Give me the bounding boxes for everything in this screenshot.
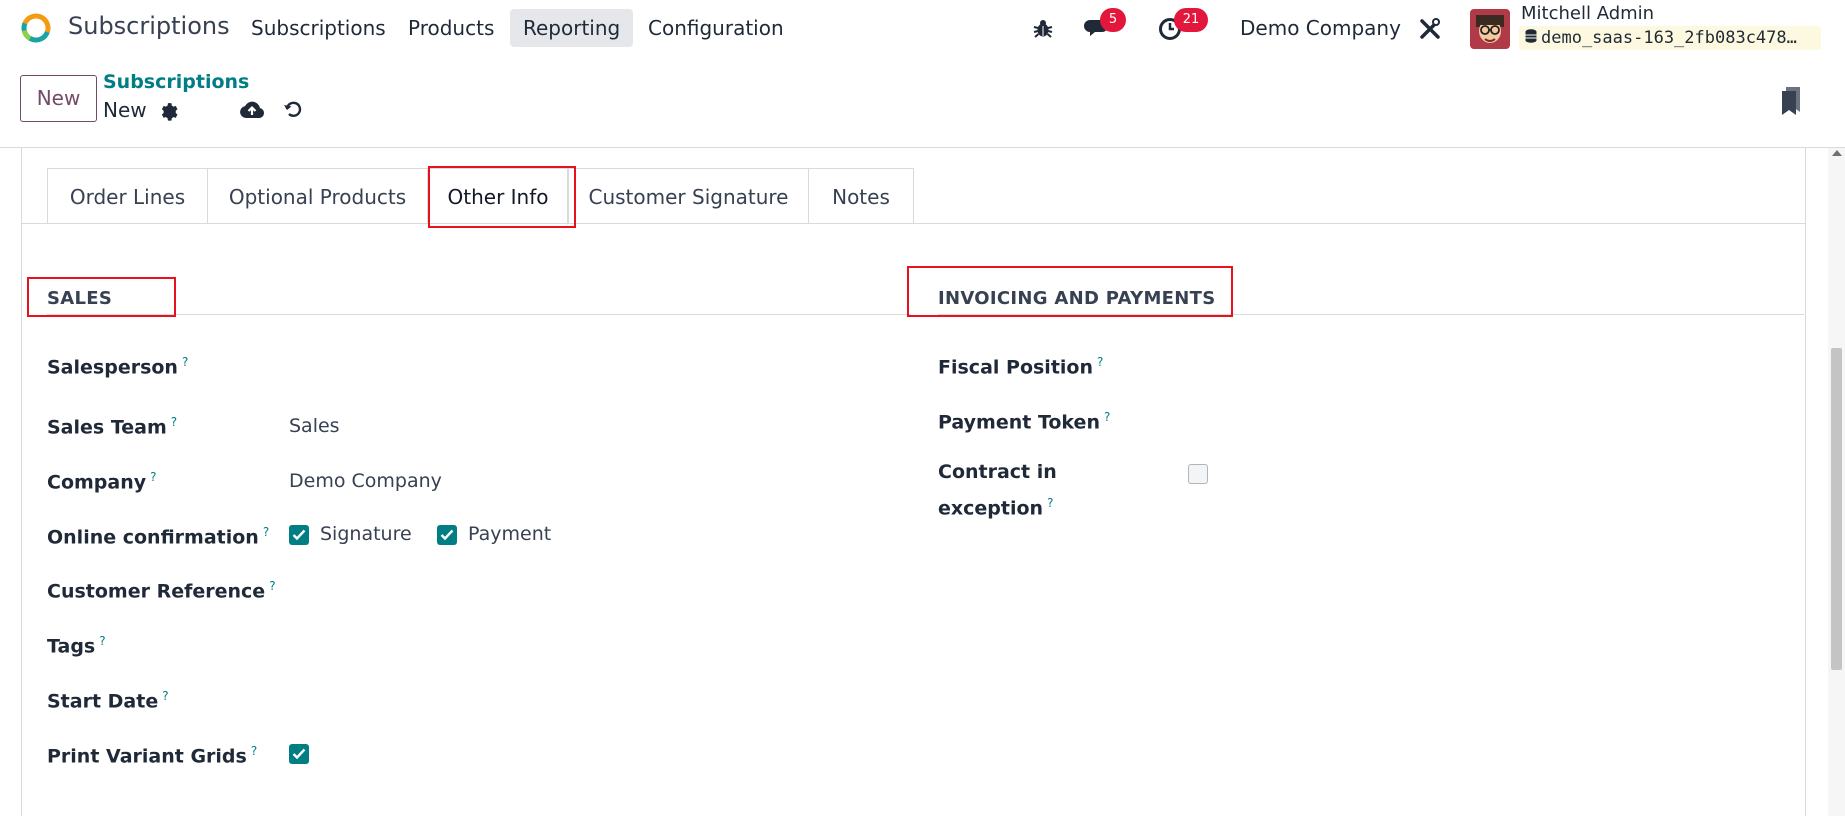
form-sheet: Order Lines Optional Products Other Info…	[21, 148, 1806, 816]
user-name[interactable]: Mitchell Admin	[1521, 3, 1654, 24]
company-help-icon[interactable]: ?	[150, 470, 156, 484]
debug-bug-icon[interactable]	[1032, 17, 1054, 43]
sales-section-highlight	[27, 277, 176, 317]
company-field[interactable]: Demo Company	[289, 470, 442, 492]
tab-order-lines[interactable]: Order Lines	[47, 168, 208, 224]
other-info-tab-highlight	[428, 166, 576, 228]
payment-checkbox[interactable]	[437, 525, 457, 545]
payment-label[interactable]: Payment	[468, 523, 551, 545]
fiscal-position-label: Fiscal Position?	[938, 355, 1104, 379]
sales-team-help-icon[interactable]: ?	[171, 415, 177, 429]
payment-token-label: Payment Token?	[938, 410, 1111, 434]
sales-team-field[interactable]: Sales	[289, 415, 340, 437]
salesperson-help-icon[interactable]: ?	[182, 355, 188, 369]
messages-count-badge: 5	[1100, 8, 1126, 32]
print-variant-grids-help-icon[interactable]: ?	[251, 744, 257, 758]
print-variant-grids-label: Print Variant Grids?	[47, 744, 258, 768]
print-variant-grids-checkbox[interactable]	[289, 744, 309, 764]
fiscal-position-help-icon[interactable]: ?	[1097, 355, 1103, 369]
contract-exception-help-icon[interactable]: ?	[1047, 496, 1053, 510]
tags-help-icon[interactable]: ?	[99, 634, 105, 648]
customer-reference-help-icon[interactable]: ?	[269, 579, 275, 593]
start-date-help-icon[interactable]: ?	[162, 689, 168, 703]
contract-exception-label: Contract in	[938, 461, 1057, 483]
contract-exception-checkbox[interactable]	[1188, 464, 1208, 484]
start-date-label: Start Date?	[47, 689, 169, 713]
scroll-up-arrow-icon[interactable]	[1832, 150, 1842, 156]
tabs-divider	[22, 223, 1806, 224]
database-icon	[1525, 26, 1537, 50]
top-navbar: Subscriptions Subscriptions Products Rep…	[0, 0, 1845, 56]
activities-count-badge: 21	[1174, 8, 1208, 32]
tools-wrench-icon[interactable]	[1418, 17, 1442, 45]
app-logo-icon[interactable]	[20, 12, 52, 44]
company-label: Company?	[47, 470, 157, 494]
user-avatar[interactable]	[1470, 9, 1510, 49]
control-panel: New Subscriptions New	[0, 56, 1845, 148]
online-confirmation-label: Online confirmation?	[47, 525, 270, 549]
breadcrumb-subscriptions[interactable]: Subscriptions	[103, 71, 249, 93]
new-button[interactable]: New	[20, 75, 97, 122]
contract-exception-label-line2: exception?	[938, 496, 1054, 520]
signature-label[interactable]: Signature	[320, 523, 412, 545]
menu-configuration[interactable]: Configuration	[635, 9, 797, 47]
menu-subscriptions[interactable]: Subscriptions	[238, 9, 399, 47]
payment-token-help-icon[interactable]: ?	[1104, 410, 1110, 424]
online-confirmation-help-icon[interactable]: ?	[263, 525, 269, 539]
tab-optional-products[interactable]: Optional Products	[207, 168, 428, 224]
database-label: demo_saas-163_2fb083c478…	[1541, 28, 1797, 48]
bookmark-icon[interactable]	[1780, 86, 1802, 120]
tab-notes[interactable]: Notes	[808, 168, 914, 224]
tags-label: Tags?	[47, 634, 106, 658]
scrollbar-thumb[interactable]	[1831, 348, 1842, 670]
sales-team-label: Sales Team?	[47, 415, 178, 439]
record-name: New	[103, 98, 147, 122]
company-switcher[interactable]: Demo Company	[1240, 16, 1401, 40]
discard-undo-icon[interactable]	[283, 100, 303, 124]
sales-section-divider	[47, 314, 911, 315]
salesperson-label: Salesperson?	[47, 355, 189, 379]
customer-reference-label: Customer Reference?	[47, 579, 276, 603]
gear-icon[interactable]	[157, 100, 178, 125]
menu-products[interactable]: Products	[395, 9, 507, 47]
signature-checkbox[interactable]	[289, 525, 309, 545]
save-cloud-upload-icon[interactable]	[239, 99, 265, 125]
invoicing-section-highlight	[907, 266, 1233, 317]
tab-customer-signature[interactable]: Customer Signature	[568, 168, 809, 224]
app-name[interactable]: Subscriptions	[68, 12, 230, 40]
database-name: demo_saas-163_2fb083c478…	[1519, 26, 1821, 50]
menu-reporting[interactable]: Reporting	[510, 9, 634, 47]
